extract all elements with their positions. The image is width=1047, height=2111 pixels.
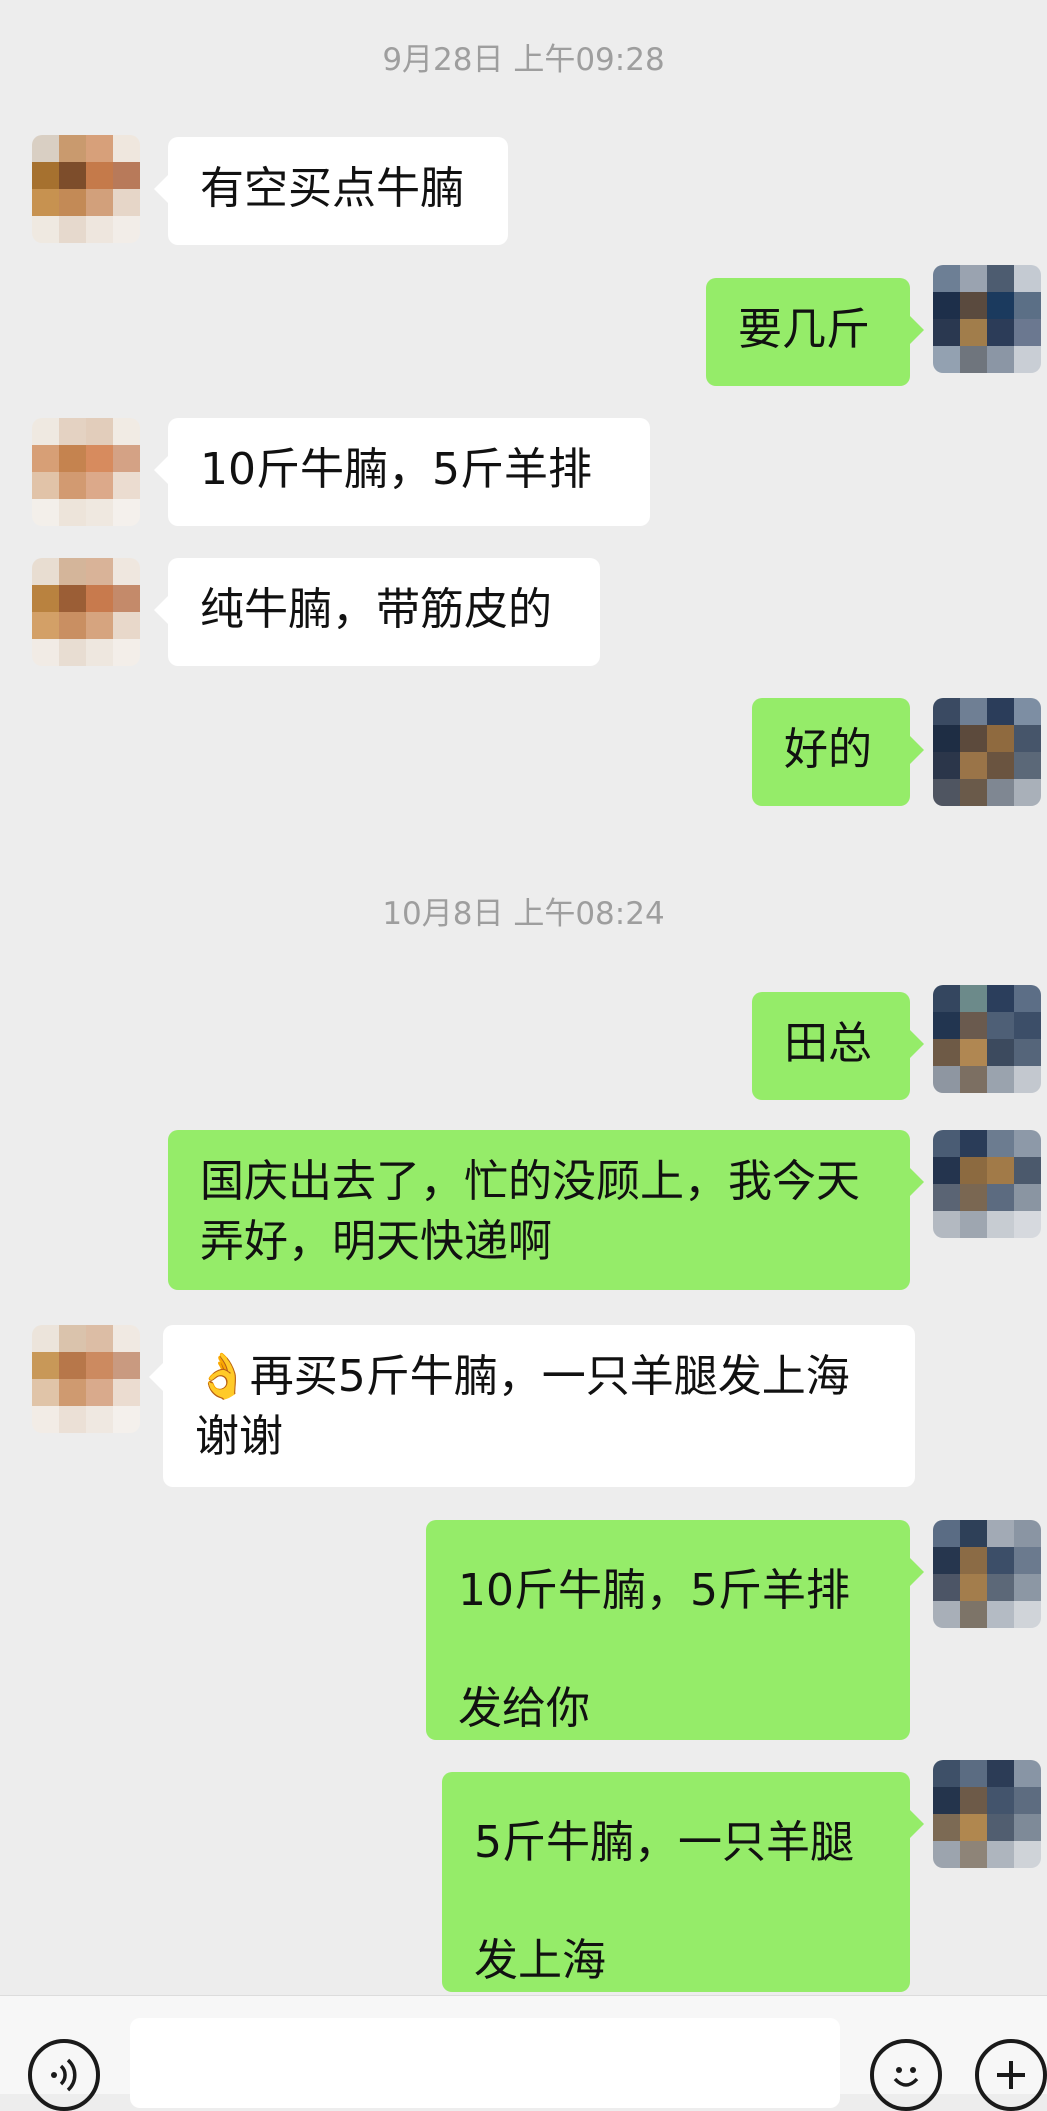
contact-avatar[interactable] <box>32 418 140 526</box>
message-bubble-outgoing[interactable]: 要几斤 <box>706 278 924 386</box>
voice-icon[interactable] <box>28 2039 100 2111</box>
timestamp: 9月28日 上午09:28 <box>382 42 665 78</box>
timestamp: 10月8日 上午08:24 <box>382 896 665 932</box>
my-avatar[interactable] <box>933 1760 1041 1868</box>
contact-avatar[interactable] <box>32 1325 140 1433</box>
message-bubble-outgoing[interactable]: 5斤牛腩，一只羊腿 发上海 <box>442 1772 924 1992</box>
voice-icon-glyph <box>51 2058 77 2092</box>
contact-avatar[interactable] <box>32 135 140 243</box>
message-input[interactable] <box>130 2018 840 2108</box>
contact-avatar[interactable] <box>32 558 140 666</box>
my-avatar[interactable] <box>933 698 1041 806</box>
emoji-icon-glyph <box>893 2067 919 2087</box>
message-bubble-outgoing[interactable]: 国庆出去了，忙的没顾上，我今天 弄好，明天快递啊 <box>168 1130 924 1290</box>
my-avatar[interactable] <box>933 985 1041 1093</box>
plus-icon-glyph <box>997 2061 1025 2089</box>
message-bubble-outgoing[interactable]: 10斤牛腩，5斤羊排 发给你 <box>426 1520 924 1740</box>
message-bubble-incoming[interactable]: 有空买点牛腩 <box>154 137 508 245</box>
message-bubble-outgoing[interactable]: 好的 <box>752 698 924 806</box>
message-bubble-incoming[interactable]: 10斤牛腩，5斤羊排 <box>154 418 650 526</box>
my-avatar[interactable] <box>933 1520 1041 1628</box>
my-avatar[interactable] <box>933 265 1041 373</box>
message-bubble-incoming[interactable]: 👌再买5斤牛腩，一只羊腿发上海 谢谢 <box>149 1325 915 1487</box>
plus-icon[interactable] <box>975 2039 1047 2111</box>
message-bubble-outgoing[interactable]: 田总 <box>752 992 924 1100</box>
emoji-icon[interactable] <box>870 2039 942 2111</box>
my-avatar[interactable] <box>933 1130 1041 1238</box>
message-bubble-incoming[interactable]: 纯牛腩，带筋皮的 <box>154 558 600 666</box>
chat-input-bar <box>0 1995 1047 2111</box>
